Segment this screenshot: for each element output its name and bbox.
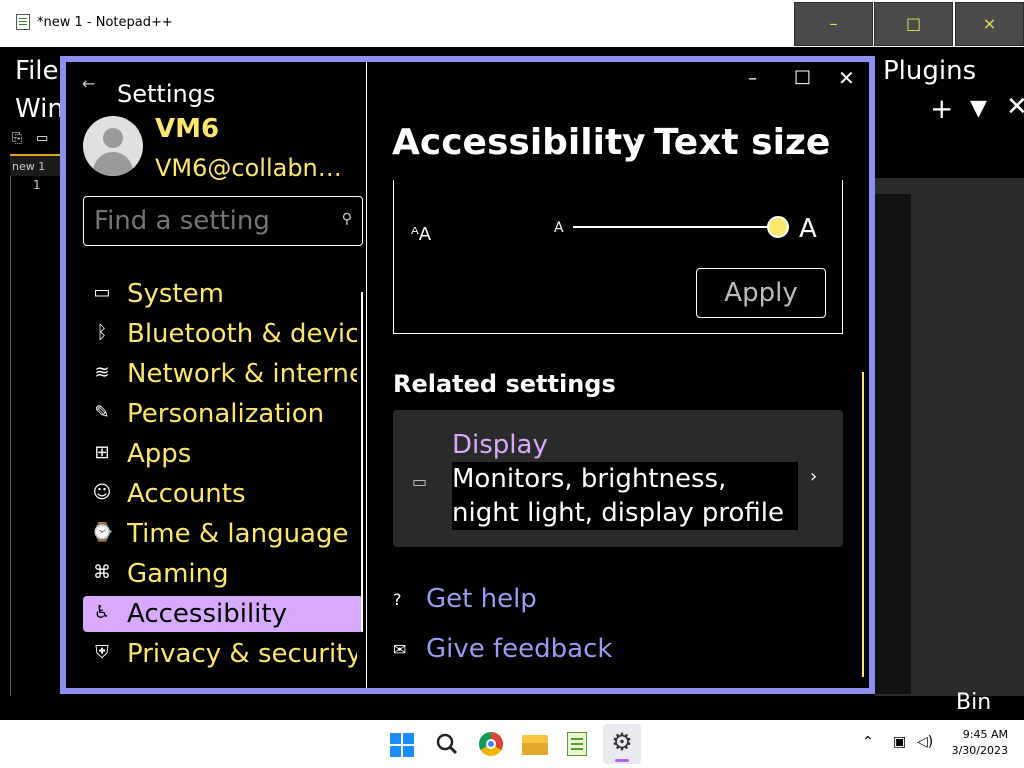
desktop-recycle-bin-label[interactable]: Bin bbox=[956, 690, 991, 715]
sidebar-item-personalization[interactable]: ✎ Personalization bbox=[83, 396, 363, 432]
notepad-dropdown-icon[interactable]: ▼ bbox=[970, 96, 987, 121]
slider-min-label: A bbox=[554, 220, 564, 236]
file-explorer-icon[interactable] bbox=[522, 735, 548, 755]
sidebar-item-label: Apps bbox=[127, 439, 192, 469]
related-settings-heading: Related settings bbox=[393, 370, 616, 398]
sidebar-item-time-language[interactable]: ⌚ Time & language bbox=[83, 516, 363, 552]
sidebar-item-label: Accounts bbox=[127, 479, 246, 509]
sidebar-item-network-internet[interactable]: ≋ Network & internet bbox=[83, 356, 363, 392]
chevron-right-icon[interactable]: › bbox=[810, 466, 817, 487]
sidebar-item-label: System bbox=[127, 279, 224, 309]
sidebar-item-label: Gaming bbox=[127, 559, 229, 589]
apply-button[interactable]: Apply bbox=[696, 268, 826, 318]
notepad-close-tab-icon[interactable]: ✕ bbox=[1006, 92, 1024, 122]
avatar[interactable] bbox=[83, 116, 143, 176]
feedback-icon: ✉ bbox=[393, 640, 407, 659]
notepad-minimize-button[interactable]: – bbox=[794, 2, 873, 46]
search-icon[interactable]: ⚲ bbox=[342, 211, 352, 227]
notepad-tab[interactable]: new 1 bbox=[10, 154, 62, 178]
search-box[interactable]: ⚲ bbox=[83, 196, 363, 246]
wifi-icon: ≋ bbox=[94, 362, 110, 383]
help-icon: ? bbox=[393, 590, 402, 609]
notepad-add-icon[interactable]: + bbox=[930, 92, 953, 125]
notepad-tab-label: new 1 bbox=[12, 160, 46, 173]
sidebar-item-accounts[interactable]: ☺ Accounts bbox=[83, 476, 363, 512]
gamepad-icon: ⌘ bbox=[93, 562, 111, 583]
search-input[interactable] bbox=[94, 206, 324, 236]
sidebar-item-label: Accessibility bbox=[127, 599, 287, 629]
give-feedback-link[interactable]: Give feedback bbox=[426, 634, 612, 664]
breadcrumb-separator: › bbox=[632, 130, 641, 155]
notepad-plus-plus-icon[interactable] bbox=[567, 732, 587, 756]
content-scrollbar[interactable] bbox=[862, 372, 864, 677]
display-card-title: Display bbox=[452, 430, 548, 460]
notepad-new-file-icon[interactable]: ⎘ bbox=[12, 131, 22, 146]
laptop-icon: ▭ bbox=[412, 472, 428, 491]
sidebar-item-label: Privacy & security bbox=[127, 639, 357, 669]
slider-max-label: A bbox=[799, 214, 817, 244]
page-title: Text size bbox=[654, 122, 831, 163]
notepad-app-icon bbox=[16, 14, 30, 30]
minimize-button[interactable]: – bbox=[748, 68, 757, 89]
network-icon[interactable]: ▣ bbox=[893, 734, 906, 750]
chrome-icon[interactable] bbox=[479, 732, 503, 756]
sidebar-item-label: Network & internet bbox=[127, 359, 357, 389]
display-icon: ▭ bbox=[93, 282, 111, 303]
brush-icon: ✎ bbox=[94, 402, 110, 423]
person-icon: ☺ bbox=[92, 482, 112, 503]
back-button[interactable]: ← bbox=[82, 74, 95, 93]
sidebar-item-bluetooth-devices[interactable]: ᛒ Bluetooth & devices bbox=[83, 316, 363, 352]
notepad-menu-file[interactable]: File bbox=[15, 56, 59, 86]
clock-time[interactable]: 9:45 AM bbox=[960, 728, 1008, 741]
display-card-description: Monitors, brightness, night light, displ… bbox=[452, 462, 798, 530]
text-size-slider-track[interactable] bbox=[573, 226, 783, 228]
shield-icon: ⛨ bbox=[95, 642, 109, 663]
start-icon[interactable] bbox=[390, 733, 414, 757]
tray-overflow-chevron-icon[interactable]: ⌃ bbox=[862, 734, 874, 750]
notepad-editor-gutter: 1 bbox=[10, 176, 61, 696]
volume-icon[interactable]: ◁) bbox=[917, 734, 933, 750]
settings-window: ← Settings VM6 VM6@collabnetwork.com ⚲ ▭… bbox=[60, 56, 875, 694]
sidebar-item-system[interactable]: ▭ System bbox=[83, 276, 363, 312]
user-name: VM6 bbox=[155, 114, 220, 144]
settings-app-title: Settings bbox=[117, 80, 216, 108]
text-size-icon: ᴬA bbox=[411, 224, 432, 245]
notepad-menu-window[interactable]: Win bbox=[15, 94, 64, 124]
sidebar-item-accessibility[interactable]: ♿ Accessibility bbox=[83, 596, 363, 632]
bluetooth-icon: ᛒ bbox=[96, 322, 108, 343]
accessibility-icon: ♿ bbox=[93, 602, 111, 623]
sidebar-item-privacy-security[interactable]: ⛨ Privacy & security bbox=[83, 636, 363, 672]
clock-date[interactable]: 3/30/2023 bbox=[946, 744, 1008, 757]
user-email: VM6@collabnetwork.com bbox=[155, 154, 355, 182]
close-button[interactable]: ✕ bbox=[838, 66, 855, 90]
apps-icon: ⊞ bbox=[94, 442, 110, 463]
notepad-open-folder-icon[interactable]: ▭ bbox=[36, 131, 48, 146]
breadcrumb-parent[interactable]: Accessibility bbox=[392, 122, 646, 163]
text-size-slider-thumb[interactable] bbox=[766, 216, 789, 238]
taskbar-search-icon[interactable] bbox=[436, 733, 458, 755]
maximize-button[interactable]: □ bbox=[794, 66, 811, 87]
settings-sidebar: ← Settings VM6 VM6@collabnetwork.com ⚲ ▭… bbox=[66, 62, 366, 688]
sidebar-item-label: Personalization bbox=[127, 399, 325, 429]
notepad-editor-strip bbox=[875, 194, 911, 694]
sidebar-item-label: Time & language bbox=[127, 519, 349, 549]
active-app-indicator bbox=[615, 759, 629, 762]
notepad-maximize-button[interactable]: □ bbox=[874, 2, 953, 46]
notepad-window-title: *new 1 - Notepad++ bbox=[37, 15, 173, 30]
get-help-link[interactable]: Get help bbox=[426, 584, 537, 614]
sidebar-item-label: Bluetooth & devices bbox=[127, 319, 357, 349]
gear-icon[interactable]: ⚙ bbox=[608, 728, 636, 756]
notepad-menu-plugins[interactable]: Plugins bbox=[883, 56, 976, 86]
notepad-close-button[interactable]: × bbox=[955, 2, 1024, 46]
sidebar-item-gaming[interactable]: ⌘ Gaming bbox=[83, 556, 363, 592]
line-number: 1 bbox=[33, 178, 41, 192]
pane-divider bbox=[366, 62, 367, 688]
sidebar-item-apps[interactable]: ⊞ Apps bbox=[83, 436, 363, 472]
globe-clock-icon: ⌚ bbox=[91, 522, 114, 543]
sidebar-scrollbar[interactable] bbox=[361, 292, 363, 632]
